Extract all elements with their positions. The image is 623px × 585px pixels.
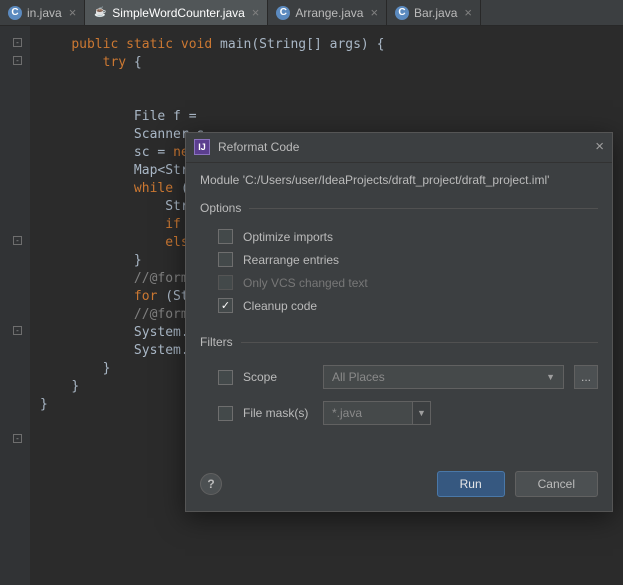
- tab-simplewordcounter[interactable]: ☕ SimpleWordCounter.java ×: [85, 0, 268, 25]
- chevron-down-icon: ▼: [546, 372, 555, 382]
- fold-marker-icon[interactable]: -: [13, 236, 22, 245]
- rearrange-entries-checkbox[interactable]: [218, 252, 233, 267]
- intellij-icon: IJ: [194, 139, 210, 155]
- file-mask-dropdown[interactable]: ▼: [413, 401, 431, 425]
- close-icon[interactable]: ×: [370, 5, 378, 20]
- optimize-imports-label: Optimize imports: [243, 230, 333, 244]
- fold-marker-icon[interactable]: -: [13, 326, 22, 335]
- scope-label: Scope: [243, 370, 313, 384]
- scope-checkbox[interactable]: [218, 370, 233, 385]
- reformat-code-dialog: IJ Reformat Code × Module 'C:/Users/user…: [185, 132, 613, 512]
- close-icon[interactable]: ×: [464, 5, 472, 20]
- tab-label: Bar.java: [414, 6, 457, 20]
- gutter: - - - - -: [0, 26, 30, 585]
- vcs-changed-checkbox: [218, 275, 233, 290]
- scope-browse-button[interactable]: ...: [574, 365, 598, 389]
- fold-marker-icon[interactable]: -: [13, 434, 22, 443]
- dialog-footer: ? Run Cancel: [186, 461, 612, 511]
- class-icon: C: [395, 6, 409, 20]
- fold-marker-icon[interactable]: -: [13, 38, 22, 47]
- tab-label: in.java: [27, 6, 62, 20]
- tab-label: SimpleWordCounter.java: [112, 6, 245, 20]
- module-path: Module 'C:/Users/user/IdeaProjects/draft…: [200, 173, 598, 187]
- close-icon[interactable]: ×: [252, 5, 260, 20]
- options-section-label: Options: [200, 201, 598, 215]
- cleanup-code-label: Cleanup code: [243, 299, 317, 313]
- dialog-titlebar: IJ Reformat Code ×: [186, 133, 612, 163]
- close-icon[interactable]: ×: [69, 5, 77, 20]
- fold-marker-icon[interactable]: -: [13, 56, 22, 65]
- dialog-close-icon[interactable]: ×: [595, 138, 604, 155]
- filters-section-label: Filters: [200, 335, 598, 349]
- run-button[interactable]: Run: [437, 471, 505, 497]
- file-mask-label: File mask(s): [243, 406, 313, 420]
- editor-tabs: C in.java × ☕ SimpleWordCounter.java × C…: [0, 0, 623, 26]
- tab-label: Arrange.java: [295, 6, 363, 20]
- java-file-icon: ☕: [93, 6, 107, 20]
- cleanup-code-checkbox[interactable]: [218, 298, 233, 313]
- tab-arrange[interactable]: C Arrange.java ×: [268, 0, 387, 25]
- optimize-imports-checkbox[interactable]: [218, 229, 233, 244]
- tab-bar[interactable]: C Bar.java ×: [387, 0, 481, 25]
- help-button[interactable]: ?: [200, 473, 222, 495]
- class-icon: C: [8, 6, 22, 20]
- vcs-changed-label: Only VCS changed text: [243, 276, 368, 290]
- rearrange-entries-label: Rearrange entries: [243, 253, 339, 267]
- dialog-body: Module 'C:/Users/user/IdeaProjects/draft…: [186, 163, 612, 441]
- scope-combobox[interactable]: All Places ▼: [323, 365, 564, 389]
- tab-in-java[interactable]: C in.java ×: [0, 0, 85, 25]
- class-icon: C: [276, 6, 290, 20]
- cancel-button[interactable]: Cancel: [515, 471, 598, 497]
- file-mask-input[interactable]: *.java: [323, 401, 413, 425]
- dialog-title: Reformat Code: [218, 140, 595, 154]
- file-mask-checkbox[interactable]: [218, 406, 233, 421]
